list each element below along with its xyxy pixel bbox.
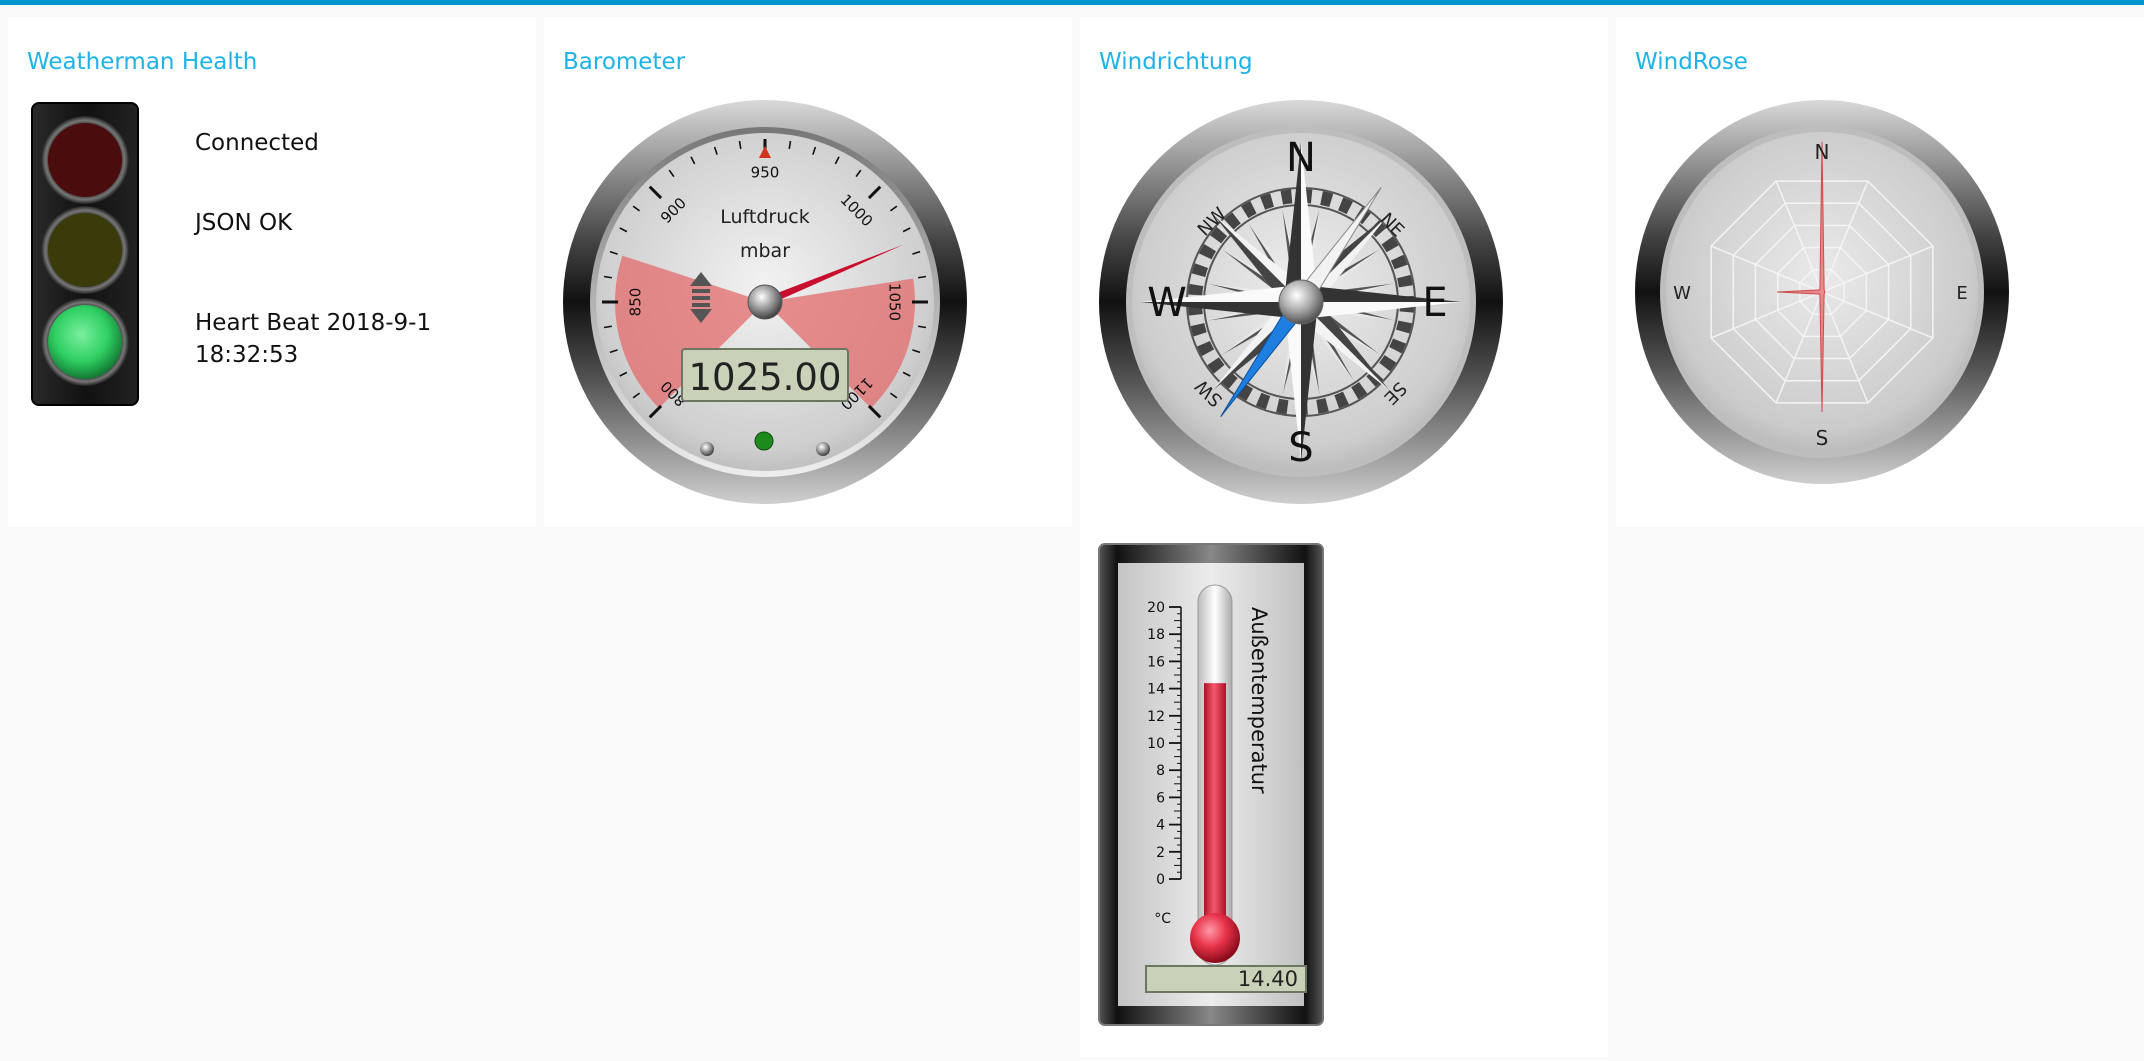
windrose-gauge: N E S W [1635, 100, 2009, 484]
top-accent-bar [0, 0, 2144, 5]
thermometer-scale-label: 8 [1156, 763, 1165, 779]
barometer-scale-label: 850 [627, 288, 645, 317]
thermometer-bulb [1190, 913, 1240, 963]
yellow-lamp [48, 213, 122, 287]
windrose-label-w: W [1673, 283, 1691, 304]
thermometer-scale-label: 18 [1147, 627, 1165, 643]
barometer-scale-label: 1050 [886, 283, 904, 321]
barometer-scale-label: 950 [751, 164, 780, 182]
connection-status: Connected [195, 130, 319, 156]
windrose-label-n: N [1815, 140, 1830, 164]
compass-label-w: W [1147, 280, 1187, 326]
heartbeat-time: 18:32:53 [195, 342, 299, 368]
wind-direction-card: Windrichtung N E S W NE SE SW NW 0 2 4 6… [1080, 17, 1608, 1057]
thermometer-scale-label: 20 [1147, 600, 1165, 616]
thermometer-mercury [1204, 683, 1226, 938]
needle-hub [747, 284, 783, 320]
wind-direction-title: Windrichtung [1099, 49, 1253, 75]
thermometer-unit: °C [1154, 911, 1171, 927]
barometer-unit: mbar [740, 240, 790, 262]
reset-knob-left [700, 442, 714, 456]
compass-label-n: N [1286, 135, 1316, 181]
green-lamp [48, 305, 122, 379]
compass-gauge: N E S W NE SE SW NW [1099, 100, 1503, 504]
reset-knob-right [816, 442, 830, 456]
thermometer-scale-label: 10 [1147, 736, 1165, 752]
barometer-title: Barometer [563, 49, 686, 75]
windrose-label-e: E [1956, 283, 1967, 304]
thermometer-scale-label: 0 [1156, 872, 1165, 888]
status-led [754, 431, 774, 451]
thermometer-scale-label: 6 [1156, 790, 1165, 806]
thermometer-scale-label: 16 [1147, 654, 1165, 670]
windrose-title: WindRose [1635, 49, 1748, 75]
thermometer-scale-label: 2 [1156, 845, 1165, 861]
windrose-card: WindRose N E S W [1616, 17, 2144, 527]
compass-label-s: S [1288, 425, 1313, 471]
barometer-gauge: 800850900950100010501100 Luftdruck mbar … [563, 100, 967, 504]
compass-label-e: E [1422, 280, 1447, 326]
red-lamp [48, 123, 122, 197]
health-title: Weatherman Health [27, 49, 258, 75]
barometer-label: Luftdruck [720, 206, 809, 228]
traffic-light [31, 102, 139, 406]
thermometer-label: Außentemperatur [1247, 607, 1271, 794]
windrose-label-s: S [1816, 426, 1829, 450]
json-status: JSON OK [195, 210, 293, 236]
thermometer-scale-label: 14 [1147, 682, 1165, 698]
heartbeat-date: Heart Beat 2018-9-1 [195, 310, 432, 336]
thermometer-gauge: 0 2 4 6 8 10 12 14 16 18 20 °C Außentemperatur 14.… [1098, 543, 1324, 1026]
health-card: Weatherman Health Connected JSON OK Hear… [8, 17, 536, 527]
thermometer-scale-label: 4 [1156, 818, 1165, 834]
barometer-value: 1025.00 [688, 356, 841, 399]
thermometer-scale-label: 12 [1147, 709, 1165, 725]
compass-hub [1278, 279, 1324, 325]
barometer-card: Barometer 800 850 900 950 1000 1050 1100 Luftd… [544, 17, 1072, 527]
thermometer-value: 14.40 [1238, 967, 1298, 991]
